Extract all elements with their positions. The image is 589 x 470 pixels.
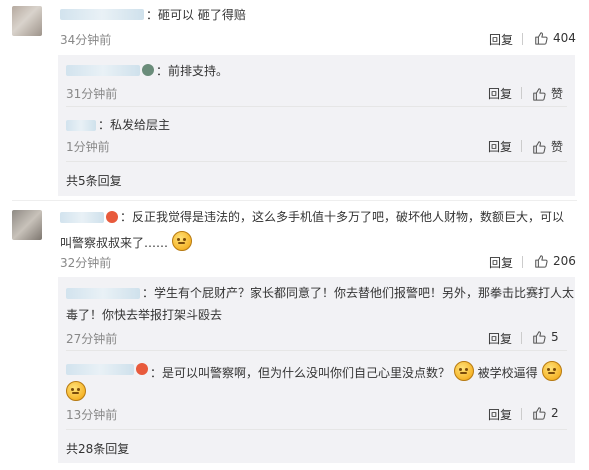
separator xyxy=(521,140,522,152)
reply-time: 31分钟前 xyxy=(66,87,118,101)
reply-username-blurred[interactable] xyxy=(66,288,140,299)
separator xyxy=(521,87,522,99)
comment-time: 34分钟前 xyxy=(60,33,112,47)
like-count: 206 xyxy=(553,254,576,268)
divider xyxy=(66,350,567,351)
reply-username-blurred[interactable] xyxy=(66,65,140,76)
reply-text: ：私发给层主 xyxy=(98,118,171,132)
comment-text-line2-text: 叫警察叔叔来了…… xyxy=(60,236,169,250)
user-badge-icon xyxy=(136,363,148,375)
like-button[interactable]: 404 xyxy=(534,31,576,45)
comment-text-line1: ：反正我觉得是违法的，这么多手机值十多万了吧，破坏他人财物，数额巨大，可以 xyxy=(120,210,565,224)
reply-text-line1b: 被学校逼得 xyxy=(477,366,538,380)
reply-time: 1分钟前 xyxy=(66,140,110,154)
divider xyxy=(66,161,567,162)
reply-text-line1: ：是可以叫警察啊，但为什么没叫你们自己心里没点数？ 被学校逼得 xyxy=(150,361,562,381)
reply-button[interactable]: 回复 xyxy=(488,406,512,423)
username-blurred[interactable] xyxy=(60,212,104,223)
view-more-replies-link[interactable]: 共28条回复 xyxy=(66,440,129,457)
reply-username-blurred[interactable] xyxy=(66,364,134,375)
user-badge-icon xyxy=(106,211,118,223)
like-button[interactable]: 赞 xyxy=(532,85,563,102)
thumbs-up-icon xyxy=(533,140,546,154)
like-label: 赞 xyxy=(551,87,564,101)
thinking-face-icon xyxy=(453,361,474,381)
avatar[interactable] xyxy=(12,210,42,240)
like-button[interactable]: 2 xyxy=(532,406,559,420)
thinking-face-icon xyxy=(66,381,86,401)
like-count: 2 xyxy=(551,406,559,420)
thinking-face-icon xyxy=(171,231,192,251)
reply-text-line1: ：学生有个屁财产？家长都同意了！你去替他们报警吧！另外，那拳击比赛打人太 xyxy=(142,286,575,300)
separator xyxy=(521,332,522,344)
like-label: 赞 xyxy=(551,140,564,154)
comment-text-line2: 叫警察叔叔来了…… xyxy=(60,231,192,251)
reply-button[interactable]: 回复 xyxy=(489,31,513,48)
reply-text: ：前排支持。 xyxy=(156,64,229,78)
thinking-face-icon xyxy=(541,361,562,381)
thumbs-up-icon xyxy=(533,407,546,420)
reply-text-line2 xyxy=(66,381,86,401)
thumbs-up-icon xyxy=(533,87,546,101)
like-count: 5 xyxy=(551,330,559,344)
like-count: 404 xyxy=(553,31,576,45)
reply-text-line1-text: ：是可以叫警察啊，但为什么没叫你们自己心里没点数？ xyxy=(150,366,451,380)
reply-username-blurred[interactable] xyxy=(66,120,96,131)
thumbs-up-icon xyxy=(533,331,546,344)
like-button[interactable]: 206 xyxy=(534,254,576,268)
thumbs-up-icon xyxy=(535,32,548,45)
comment-text: ：砸可以 砸了得赔 xyxy=(146,8,246,22)
comment-divider xyxy=(12,200,577,201)
divider xyxy=(66,429,567,430)
reply-time: 13分钟前 xyxy=(66,408,118,422)
reply-button[interactable]: 回复 xyxy=(488,138,512,155)
divider xyxy=(66,106,567,107)
separator xyxy=(522,256,523,268)
like-button[interactable]: 赞 xyxy=(532,138,563,155)
separator xyxy=(521,408,522,420)
user-badge-icon xyxy=(142,64,154,76)
like-button[interactable]: 5 xyxy=(532,330,559,344)
reply-time: 27分钟前 xyxy=(66,332,118,346)
reply-button[interactable]: 回复 xyxy=(488,330,512,347)
thumbs-up-icon xyxy=(535,255,548,268)
reply-button[interactable]: 回复 xyxy=(488,85,512,102)
reply-text-line2: 毒了！你快去举报打架斗殴去 xyxy=(66,308,223,322)
reply-button[interactable]: 回复 xyxy=(489,254,513,271)
separator xyxy=(522,33,523,45)
view-more-replies-link[interactable]: 共5条回复 xyxy=(66,172,122,189)
username-blurred[interactable] xyxy=(60,9,144,20)
comment-time: 32分钟前 xyxy=(60,256,112,270)
avatar[interactable] xyxy=(12,6,42,36)
